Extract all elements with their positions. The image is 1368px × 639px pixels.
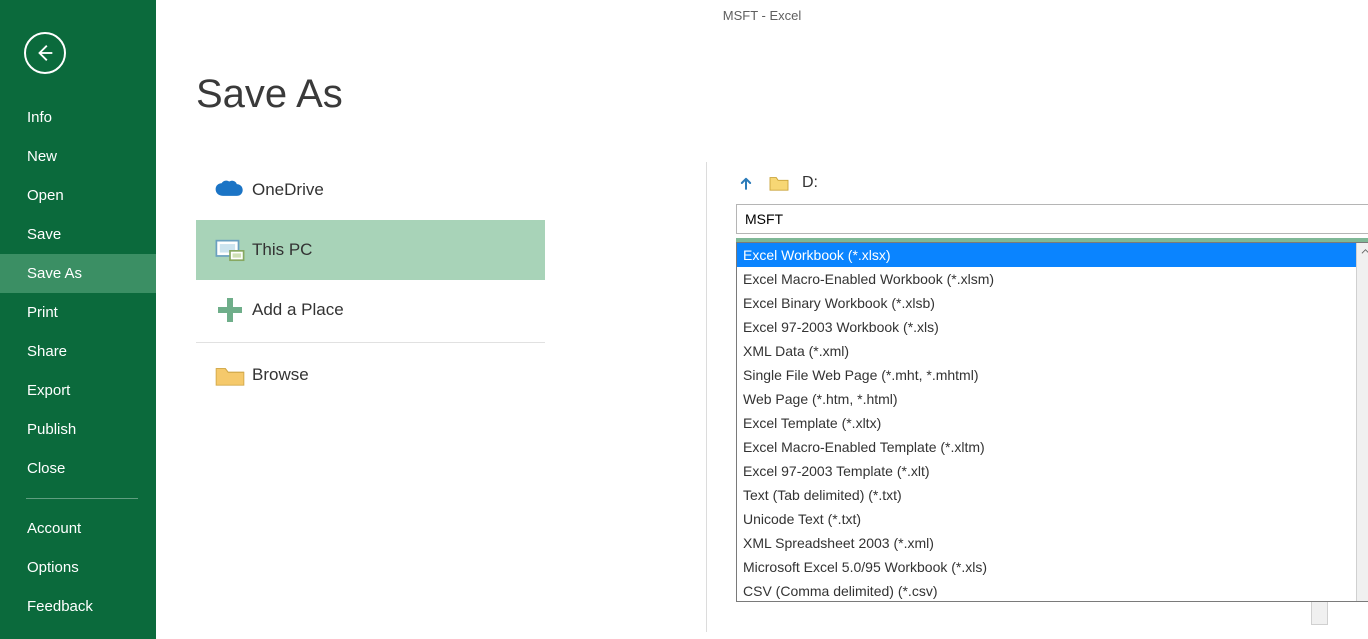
filetype-option[interactable]: Unicode Text (*.txt) [737, 507, 1368, 531]
filetype-option[interactable]: Single File Web Page (*.mht, *.mhtml) [737, 363, 1368, 387]
sidebar-item-account[interactable]: Account [0, 509, 156, 548]
location-label: This PC [252, 240, 312, 260]
sidebar-item-info[interactable]: Info [0, 98, 156, 137]
folder-icon[interactable] [768, 174, 790, 192]
filetype-option[interactable]: CSV (Comma delimited) (*.csv) [737, 579, 1368, 602]
location-this-pc[interactable]: This PC [196, 220, 545, 280]
filetype-dropdown: Excel Workbook (*.xlsx)Excel Macro-Enabl… [736, 242, 1368, 602]
sidebar-item-options[interactable]: Options [0, 548, 156, 587]
page-title: Save As [196, 72, 1368, 117]
main-area: MSFT - Excel Save As OneDrive This PC Add … [156, 0, 1368, 639]
up-folder-icon[interactable] [736, 173, 756, 193]
window-title: MSFT - Excel [723, 8, 802, 23]
sidebar-item-save-as[interactable]: Save As [0, 254, 156, 293]
sidebar-item-close[interactable]: Close [0, 449, 156, 488]
sidebar-item-save[interactable]: Save [0, 215, 156, 254]
location-label: Browse [252, 365, 309, 385]
sidebar-item-feedback[interactable]: Feedback [0, 587, 156, 626]
sidebar-item-export[interactable]: Export [0, 371, 156, 410]
filetype-option[interactable]: Text (Tab delimited) (*.txt) [737, 483, 1368, 507]
save-target-pane: D: Excel Workbook (*.xlsx) Save Exce [736, 170, 1328, 264]
location-browse[interactable]: Browse [196, 345, 545, 405]
filetype-option[interactable]: Microsoft Excel 5.0/95 Workbook (*.xls) [737, 555, 1368, 579]
sidebar-item-publish[interactable]: Publish [0, 410, 156, 449]
sidebar-item-open[interactable]: Open [0, 176, 156, 215]
filetype-option[interactable]: Excel Workbook (*.xlsx) [737, 243, 1368, 267]
browse-icon [208, 363, 252, 387]
filetype-option[interactable]: Excel Template (*.xltx) [737, 411, 1368, 435]
save-locations: OneDrive This PC Add a Place Browse [196, 160, 545, 405]
location-add-a-place[interactable]: Add a Place [196, 280, 545, 340]
location-label: Add a Place [252, 300, 344, 320]
filetype-option[interactable]: XML Data (*.xml) [737, 339, 1368, 363]
vertical-divider [706, 162, 707, 632]
scroll-up-icon[interactable] [1357, 243, 1368, 260]
back-button[interactable] [24, 32, 66, 74]
filetype-option[interactable]: Excel 97-2003 Workbook (*.xls) [737, 315, 1368, 339]
dropdown-scrollbar[interactable] [1356, 243, 1368, 601]
filetype-option[interactable]: Excel Macro-Enabled Template (*.xltm) [737, 435, 1368, 459]
onedrive-icon [208, 179, 252, 201]
sidebar-item-new[interactable]: New [0, 137, 156, 176]
backstage-sidebar: InfoNewOpenSaveSave AsPrintShareExportPu… [0, 0, 156, 639]
filetype-option[interactable]: Excel Macro-Enabled Workbook (*.xlsm) [737, 267, 1368, 291]
location-label: OneDrive [252, 180, 324, 200]
filename-input[interactable] [736, 204, 1368, 234]
filetype-option[interactable]: Excel Binary Workbook (*.xlsb) [737, 291, 1368, 315]
filetype-option[interactable]: Web Page (*.htm, *.html) [737, 387, 1368, 411]
sidebar-separator [26, 498, 138, 499]
filetype-option[interactable]: Excel 97-2003 Template (*.xlt) [737, 459, 1368, 483]
current-path[interactable]: D: [802, 174, 818, 192]
arrow-left-icon [34, 42, 56, 64]
thispc-icon [208, 237, 252, 263]
sidebar-item-share[interactable]: Share [0, 332, 156, 371]
addplace-icon [208, 295, 252, 325]
filetype-option[interactable]: XML Spreadsheet 2003 (*.xml) [737, 531, 1368, 555]
sidebar-item-print[interactable]: Print [0, 293, 156, 332]
location-onedrive[interactable]: OneDrive [196, 160, 545, 220]
location-separator [196, 342, 545, 343]
